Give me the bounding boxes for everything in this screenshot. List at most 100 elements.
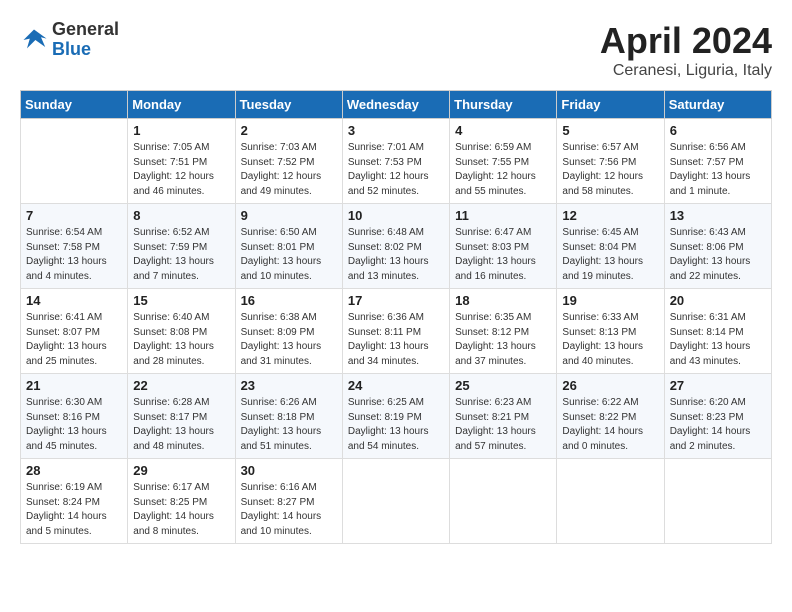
col-header-tuesday: Tuesday	[235, 91, 342, 119]
day-number: 1	[133, 123, 229, 138]
day-number: 25	[455, 378, 551, 393]
day-info: Sunrise: 6:40 AM Sunset: 8:08 PM Dayligh…	[133, 311, 229, 369]
calendar-cell: 30 Sunrise: 6:16 AM Sunset: 8:27 PM Dayli…	[235, 459, 342, 544]
logo-general: General	[52, 20, 119, 40]
day-number: 5	[562, 123, 658, 138]
calendar-cell: 21 Sunrise: 6:30 AM Sunset: 8:16 PM Dayli…	[21, 374, 128, 459]
calendar-week-2: 7 Sunrise: 6:54 AM Sunset: 7:58 PM Daylig…	[21, 204, 772, 289]
calendar-cell: 17 Sunrise: 6:36 AM Sunset: 8:11 PM Dayli…	[342, 289, 449, 374]
day-number: 23	[241, 378, 337, 393]
day-number: 24	[348, 378, 444, 393]
day-info: Sunrise: 6:36 AM Sunset: 8:11 PM Dayligh…	[348, 311, 444, 369]
day-number: 12	[562, 208, 658, 223]
day-number: 21	[26, 378, 122, 393]
day-number: 30	[241, 463, 337, 478]
calendar-cell: 28Sunrise: 6:19 AM Sunset: 8:24 PM Dayli…	[21, 459, 128, 544]
logo: General Blue	[20, 20, 119, 60]
calendar-cell: 15Sunrise: 6:40 AM Sunset: 8:08 PM Dayli…	[128, 289, 235, 374]
calendar-cell	[450, 459, 557, 544]
calendar-title: April 2024	[600, 20, 772, 62]
day-info: Sunrise: 7:01 AM Sunset: 7:53 PM Dayligh…	[348, 141, 444, 199]
day-info: Sunrise: 6:57 AM Sunset: 7:56 PM Dayligh…	[562, 141, 658, 199]
day-number: 14	[26, 293, 122, 308]
day-number: 11	[455, 208, 551, 223]
day-number: 17	[348, 293, 444, 308]
calendar-cell: 10Sunrise: 6:48 AM Sunset: 8:02 PM Dayli…	[342, 204, 449, 289]
day-info: Sunrise: 6:28 AM Sunset: 8:17 PM Dayligh…	[133, 396, 229, 454]
calendar-cell: 19Sunrise: 6:33 AM Sunset: 8:13 PM Dayli…	[557, 289, 664, 374]
day-info: Sunrise: 6:20 AM Sunset: 8:23 PM Dayligh…	[670, 396, 766, 454]
day-info: Sunrise: 6:31 AM Sunset: 8:14 PM Dayligh…	[670, 311, 766, 369]
calendar-cell: 27 Sunrise: 6:20 AM Sunset: 8:23 PM Dayli…	[664, 374, 771, 459]
calendar-cell: 4 Sunrise: 6:59 AM Sunset: 7:55 PM Daylig…	[450, 119, 557, 204]
day-number: 27	[670, 378, 766, 393]
calendar-table: SundayMondayTuesdayWednesdayThursdayFrid…	[20, 90, 772, 544]
day-number: 29	[133, 463, 229, 478]
day-number: 4	[455, 123, 551, 138]
day-info: Sunrise: 6:16 AM Sunset: 8:27 PM Dayligh…	[241, 481, 337, 539]
calendar-cell	[557, 459, 664, 544]
day-info: Sunrise: 7:05 AM Sunset: 7:51 PM Dayligh…	[133, 141, 229, 199]
calendar-cell: 14 Sunrise: 6:41 AM Sunset: 8:07 PM Dayli…	[21, 289, 128, 374]
day-number: 18	[455, 293, 551, 308]
day-info: Sunrise: 6:45 AM Sunset: 8:04 PM Dayligh…	[562, 226, 658, 284]
day-info: Sunrise: 6:47 AM Sunset: 8:03 PM Dayligh…	[455, 226, 551, 284]
col-header-friday: Friday	[557, 91, 664, 119]
calendar-cell: 5 Sunrise: 6:57 AM Sunset: 7:56 PM Daylig…	[557, 119, 664, 204]
page-header: General Blue April 2024 Ceranesi, Liguri…	[20, 20, 772, 80]
day-number: 8	[133, 208, 229, 223]
calendar-week-1: 1 Sunrise: 7:05 AM Sunset: 7:51 PM Daylig…	[21, 119, 772, 204]
day-info: Sunrise: 6:30 AM Sunset: 8:16 PM Dayligh…	[26, 396, 122, 454]
day-info: Sunrise: 6:41 AM Sunset: 8:07 PM Dayligh…	[26, 311, 122, 369]
day-number: 16	[241, 293, 337, 308]
col-header-wednesday: Wednesday	[342, 91, 449, 119]
calendar-cell	[664, 459, 771, 544]
logo-bird-icon	[20, 26, 48, 54]
day-number: 22	[133, 378, 229, 393]
title-block: April 2024 Ceranesi, Liguria, Italy	[600, 20, 772, 80]
calendar-cell: 7 Sunrise: 6:54 AM Sunset: 7:58 PM Daylig…	[21, 204, 128, 289]
day-number: 20	[670, 293, 766, 308]
day-info: Sunrise: 6:26 AM Sunset: 8:18 PM Dayligh…	[241, 396, 337, 454]
day-info: Sunrise: 6:43 AM Sunset: 8:06 PM Dayligh…	[670, 226, 766, 284]
day-info: Sunrise: 6:48 AM Sunset: 8:02 PM Dayligh…	[348, 226, 444, 284]
calendar-cell: 9Sunrise: 6:50 AM Sunset: 8:01 PM Daylig…	[235, 204, 342, 289]
calendar-cell: 1 Sunrise: 7:05 AM Sunset: 7:51 PM Daylig…	[128, 119, 235, 204]
calendar-cell: 24 Sunrise: 6:25 AM Sunset: 8:19 PM Dayli…	[342, 374, 449, 459]
calendar-cell	[342, 459, 449, 544]
day-number: 19	[562, 293, 658, 308]
calendar-cell: 25 Sunrise: 6:23 AM Sunset: 8:21 PM Dayli…	[450, 374, 557, 459]
calendar-cell: 29 Sunrise: 6:17 AM Sunset: 8:25 PM Dayli…	[128, 459, 235, 544]
calendar-cell: 20 Sunrise: 6:31 AM Sunset: 8:14 PM Dayli…	[664, 289, 771, 374]
calendar-cell	[21, 119, 128, 204]
calendar-cell: 2Sunrise: 7:03 AM Sunset: 7:52 PM Daylig…	[235, 119, 342, 204]
day-info: Sunrise: 6:38 AM Sunset: 8:09 PM Dayligh…	[241, 311, 337, 369]
calendar-cell: 18 Sunrise: 6:35 AM Sunset: 8:12 PM Dayli…	[450, 289, 557, 374]
calendar-header-row: SundayMondayTuesdayWednesdayThursdayFrid…	[21, 91, 772, 119]
calendar-location: Ceranesi, Liguria, Italy	[600, 62, 772, 80]
day-number: 3	[348, 123, 444, 138]
day-info: Sunrise: 6:23 AM Sunset: 8:21 PM Dayligh…	[455, 396, 551, 454]
calendar-cell: 16 Sunrise: 6:38 AM Sunset: 8:09 PM Dayli…	[235, 289, 342, 374]
day-info: Sunrise: 6:56 AM Sunset: 7:57 PM Dayligh…	[670, 141, 766, 199]
day-info: Sunrise: 6:50 AM Sunset: 8:01 PM Dayligh…	[241, 226, 337, 284]
day-info: Sunrise: 6:54 AM Sunset: 7:58 PM Dayligh…	[26, 226, 122, 284]
day-info: Sunrise: 6:35 AM Sunset: 8:12 PM Dayligh…	[455, 311, 551, 369]
day-info: Sunrise: 6:25 AM Sunset: 8:19 PM Dayligh…	[348, 396, 444, 454]
calendar-week-3: 14 Sunrise: 6:41 AM Sunset: 8:07 PM Dayli…	[21, 289, 772, 374]
day-info: Sunrise: 6:17 AM Sunset: 8:25 PM Dayligh…	[133, 481, 229, 539]
col-header-saturday: Saturday	[664, 91, 771, 119]
calendar-cell: 12 Sunrise: 6:45 AM Sunset: 8:04 PM Dayli…	[557, 204, 664, 289]
day-number: 7	[26, 208, 122, 223]
calendar-cell: 26Sunrise: 6:22 AM Sunset: 8:22 PM Dayli…	[557, 374, 664, 459]
calendar-week-5: 28Sunrise: 6:19 AM Sunset: 8:24 PM Dayli…	[21, 459, 772, 544]
calendar-cell: 13Sunrise: 6:43 AM Sunset: 8:06 PM Dayli…	[664, 204, 771, 289]
day-number: 6	[670, 123, 766, 138]
day-number: 2	[241, 123, 337, 138]
day-info: Sunrise: 6:22 AM Sunset: 8:22 PM Dayligh…	[562, 396, 658, 454]
day-number: 28	[26, 463, 122, 478]
col-header-monday: Monday	[128, 91, 235, 119]
day-info: Sunrise: 6:59 AM Sunset: 7:55 PM Dayligh…	[455, 141, 551, 199]
calendar-cell: 3 Sunrise: 7:01 AM Sunset: 7:53 PM Daylig…	[342, 119, 449, 204]
calendar-cell: 8Sunrise: 6:52 AM Sunset: 7:59 PM Daylig…	[128, 204, 235, 289]
